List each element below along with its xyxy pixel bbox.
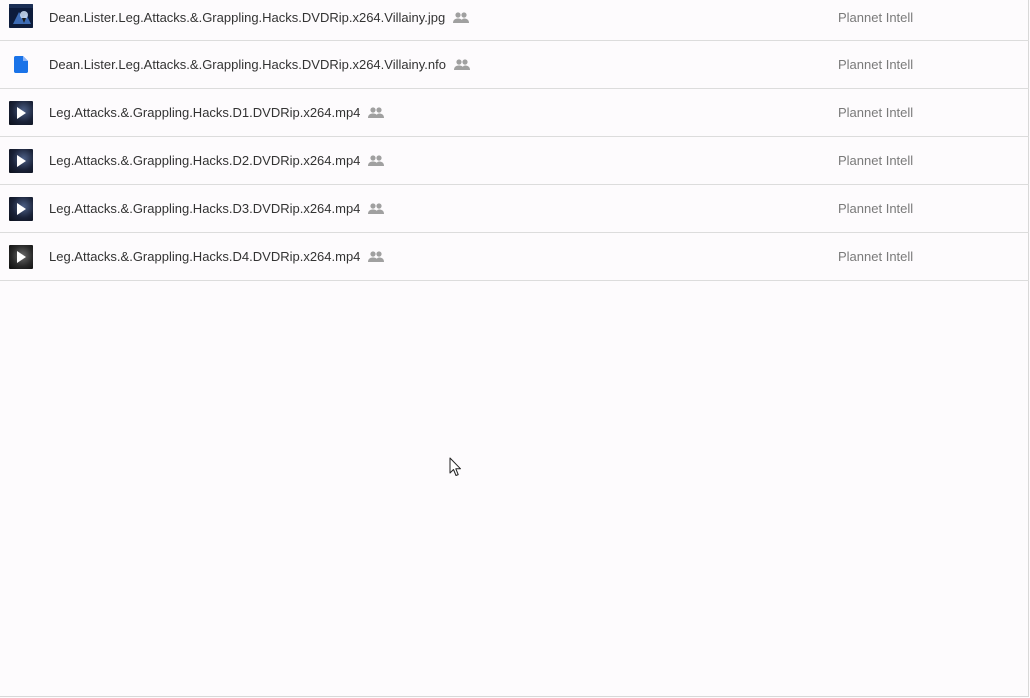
owner-cell: Plannet Intell — [838, 153, 914, 168]
file-name[interactable]: Dean.Lister.Leg.Attacks.&.Grappling.Hack… — [49, 10, 445, 25]
file-name[interactable]: Leg.Attacks.&.Grappling.Hacks.D2.DVDRip.… — [49, 153, 360, 168]
image-thumbnail — [9, 4, 33, 28]
people-icon — [368, 250, 385, 262]
people-icon — [368, 202, 385, 214]
file-list: Dean.Lister.Leg.Attacks.&.Grappling.Hack… — [0, 0, 1029, 281]
document-icon — [9, 53, 33, 77]
owner-cell: Plannet Intell — [838, 57, 914, 72]
play-icon — [17, 154, 26, 167]
file-row[interactable]: Leg.Attacks.&.Grappling.Hacks.D1.DVDRip.… — [0, 89, 1029, 137]
video-thumbnail-icon — [9, 196, 33, 221]
file-row[interactable]: Leg.Attacks.&.Grappling.Hacks.D3.DVDRip.… — [0, 185, 1029, 233]
owner-cell: Plannet Intell — [838, 201, 914, 216]
video-thumbnail-icon — [9, 100, 33, 125]
people-icon — [453, 11, 470, 23]
image-thumbnail-art — [9, 4, 33, 28]
file-name-cell: Leg.Attacks.&.Grappling.Hacks.D1.DVDRip.… — [49, 105, 385, 120]
play-icon — [17, 250, 26, 263]
file-row[interactable]: Leg.Attacks.&.Grappling.Hacks.D4.DVDRip.… — [0, 233, 1029, 281]
file-name-cell: Leg.Attacks.&.Grappling.Hacks.D3.DVDRip.… — [49, 201, 385, 216]
file-row[interactable]: Leg.Attacks.&.Grappling.Hacks.D2.DVDRip.… — [0, 137, 1029, 185]
file-name-cell: Leg.Attacks.&.Grappling.Hacks.D4.DVDRip.… — [49, 249, 385, 264]
video-thumbnail — [9, 100, 33, 125]
owner-cell: Plannet Intell — [838, 10, 914, 25]
owner-cell: Plannet Intell — [838, 105, 914, 120]
file-name[interactable]: Dean.Lister.Leg.Attacks.&.Grappling.Hack… — [49, 57, 446, 72]
file-browser: Dean.Lister.Leg.Attacks.&.Grappling.Hack… — [0, 0, 1029, 697]
mouse-pointer-icon — [449, 457, 461, 476]
document-icon-svg — [14, 56, 28, 73]
video-thumbnail-icon — [9, 148, 33, 173]
owner-cell: Plannet Intell — [838, 249, 914, 264]
file-name-cell: Dean.Lister.Leg.Attacks.&.Grappling.Hack… — [49, 10, 470, 25]
play-icon — [17, 106, 26, 119]
image-thumbnail-icon — [9, 4, 33, 28]
video-thumbnail — [9, 196, 33, 221]
people-icon — [453, 58, 470, 70]
people-icon — [368, 106, 385, 118]
file-name-cell: Dean.Lister.Leg.Attacks.&.Grappling.Hack… — [49, 57, 470, 72]
people-icon — [368, 154, 385, 166]
video-thumbnail-icon — [9, 244, 33, 269]
file-row[interactable]: Dean.Lister.Leg.Attacks.&.Grappling.Hack… — [0, 0, 1029, 41]
file-name[interactable]: Leg.Attacks.&.Grappling.Hacks.D3.DVDRip.… — [49, 201, 360, 216]
file-name[interactable]: Leg.Attacks.&.Grappling.Hacks.D1.DVDRip.… — [49, 105, 360, 120]
file-row[interactable]: Dean.Lister.Leg.Attacks.&.Grappling.Hack… — [0, 41, 1029, 89]
file-name[interactable]: Leg.Attacks.&.Grappling.Hacks.D4.DVDRip.… — [49, 249, 360, 264]
play-icon — [17, 202, 26, 215]
video-thumbnail — [9, 244, 33, 269]
video-thumbnail — [9, 148, 33, 173]
file-name-cell: Leg.Attacks.&.Grappling.Hacks.D2.DVDRip.… — [49, 153, 385, 168]
